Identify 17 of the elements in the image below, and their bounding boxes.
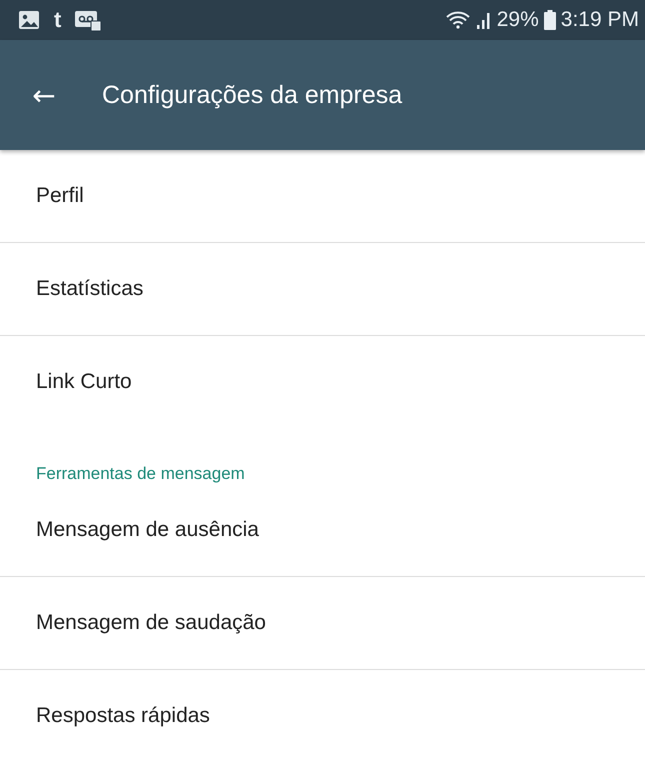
- signal-icon: [476, 10, 492, 30]
- battery-percent: 29%: [496, 8, 539, 32]
- section-header: Ferramentas de mensagem: [36, 464, 245, 484]
- settings-item[interactable]: Estatísticas: [0, 243, 645, 336]
- app-notification-icon: t: [54, 7, 62, 33]
- settings-item[interactable]: Perfil: [0, 150, 645, 243]
- battery-icon: [544, 10, 556, 30]
- settings-item[interactable]: Mensagem de ausência: [0, 484, 645, 577]
- wifi-icon: [444, 10, 471, 30]
- screen-title: Configurações da empresa: [102, 80, 402, 110]
- settings-item[interactable]: Link Curto: [0, 336, 645, 428]
- back-button[interactable]: ←: [24, 78, 64, 112]
- settings-item[interactable]: Mensagem de saudação: [0, 577, 645, 670]
- settings-item[interactable]: Respostas rápidas: [0, 670, 645, 762]
- clock: 3:19 PM: [560, 8, 639, 32]
- image-icon: [18, 10, 40, 30]
- voicemail-icon: [75, 9, 102, 31]
